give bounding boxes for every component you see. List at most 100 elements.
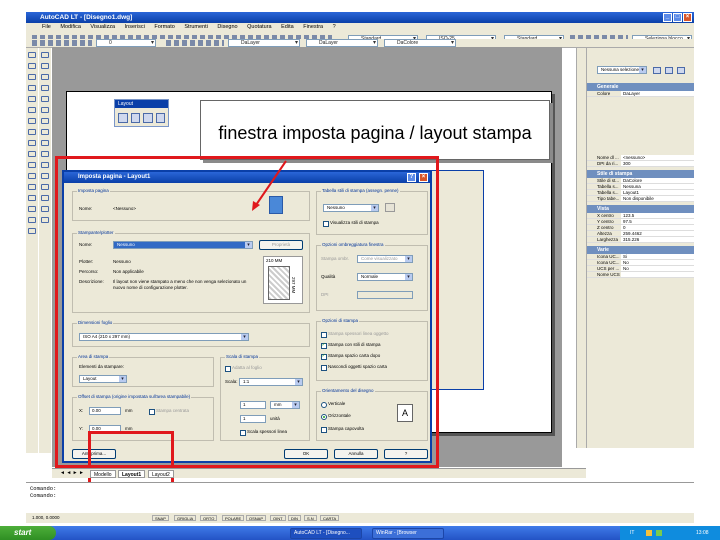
status-snap-button[interactable]: SNAP: [152, 515, 169, 521]
insert-block-tool-icon[interactable]: [28, 162, 36, 168]
object-toolbar-icons[interactable]: [166, 40, 224, 46]
move-tool-icon[interactable]: [41, 107, 49, 113]
start-button[interactable]: start: [0, 526, 56, 540]
arc-tool-icon[interactable]: [28, 107, 36, 113]
menu-dimension[interactable]: Quotatura: [247, 24, 271, 30]
palette-section-plot-style[interactable]: Stile di stampa: [587, 170, 694, 178]
status-polar-button[interactable]: POLARE: [222, 515, 245, 521]
taskbar-item-winrar[interactable]: WinRar - [Browser: [372, 528, 444, 539]
make-block-tool-icon[interactable]: [28, 173, 36, 179]
menu-edit[interactable]: Modifica: [60, 24, 80, 30]
taskbar-item-autocad[interactable]: AutoCAD LT - [Disegno...: [290, 528, 362, 539]
prop-value: 259.4462: [621, 231, 694, 236]
revision-cloud-tool-icon[interactable]: [28, 129, 36, 135]
command-line[interactable]: Comando: Comando:: [26, 482, 694, 512]
selection-combo[interactable]: Nessuna selezione: [597, 66, 647, 74]
spline-tool-icon[interactable]: [28, 140, 36, 146]
layer-combo[interactable]: 0: [96, 39, 156, 47]
stretch-tool-icon[interactable]: [41, 140, 49, 146]
tab-layout1[interactable]: Layout1: [118, 470, 146, 478]
rotate-tool-icon[interactable]: [41, 118, 49, 124]
offset-tool-icon[interactable]: [41, 85, 49, 91]
construction-line-tool-icon[interactable]: [28, 63, 36, 69]
status-lwt-button[interactable]: S.N: [304, 515, 317, 521]
fillet-tool-icon[interactable]: [41, 206, 49, 212]
tab-model[interactable]: Modello: [90, 470, 116, 478]
copy-tool-icon[interactable]: [41, 63, 49, 69]
prop-key: Stile di st...: [597, 178, 620, 183]
break-tool-icon[interactable]: [41, 173, 49, 179]
new-layout-icon[interactable]: [118, 113, 128, 123]
prop-key: X centro: [597, 213, 614, 218]
prop-value: DaColore: [621, 178, 694, 183]
line-tool-icon[interactable]: [28, 52, 36, 58]
menu-format[interactable]: Formato: [154, 24, 174, 30]
tab-layout2[interactable]: Layout2: [148, 470, 174, 478]
mirror-tool-icon[interactable]: [41, 74, 49, 80]
lineweight-combo[interactable]: DaLayer: [306, 39, 378, 47]
hatch-tool-icon[interactable]: [28, 195, 36, 201]
palette-section-misc[interactable]: Varie: [587, 246, 694, 254]
menu-tools[interactable]: Strumenti: [184, 24, 208, 30]
region-tool-icon[interactable]: [28, 206, 36, 212]
rectangle-tool-icon[interactable]: [28, 96, 36, 102]
circle-tool-icon[interactable]: [28, 118, 36, 124]
menu-view[interactable]: Visualizza: [90, 24, 115, 30]
layer-toolbar-icons[interactable]: [32, 40, 92, 46]
point-tool-icon[interactable]: [28, 184, 36, 190]
tray-icon[interactable]: [656, 530, 662, 536]
palette-section-general[interactable]: Generale: [587, 83, 694, 91]
explode-tool-icon[interactable]: [41, 217, 49, 223]
select-objects-icon[interactable]: [665, 67, 673, 74]
maximize-button[interactable]: □: [673, 13, 682, 22]
quick-select-icon[interactable]: [653, 67, 661, 74]
ellipse-tool-icon[interactable]: [28, 151, 36, 157]
mtext-tool-icon[interactable]: [28, 228, 36, 234]
status-grid-button[interactable]: GRIGLIA: [174, 515, 197, 521]
menu-draw[interactable]: Disegno: [217, 24, 237, 30]
palette-section-view[interactable]: Vista: [587, 205, 694, 213]
layout-template-icon[interactable]: [130, 113, 140, 123]
table-tool-icon[interactable]: [28, 217, 36, 223]
close-button[interactable]: ×: [683, 13, 692, 22]
minimize-button[interactable]: _: [663, 13, 672, 22]
status-otrack-button[interactable]: OINT: [270, 515, 286, 521]
color-combo[interactable]: DaColore: [384, 39, 456, 47]
menu-window[interactable]: Finestra: [303, 24, 323, 30]
menu-modify[interactable]: Edita: [281, 24, 294, 30]
prop-key: Nome dl ...: [597, 155, 619, 160]
palette-row[interactable]: Tipo tabe... Non disponibile: [587, 196, 694, 202]
trim-tool-icon[interactable]: [41, 151, 49, 157]
polyline-tool-icon[interactable]: [28, 74, 36, 80]
chamfer-tool-icon[interactable]: [41, 195, 49, 201]
polygon-tool-icon[interactable]: [28, 85, 36, 91]
page-setup-icon[interactable]: [143, 113, 153, 123]
palette-row[interactable]: Nome UCS: [587, 272, 694, 278]
status-dyn-button[interactable]: DIN: [288, 515, 301, 521]
linetype-combo[interactable]: DaLayer: [228, 39, 300, 47]
status-bar: 1.000, 0.0000 SNAP GRIGLIA ORTO POLARE O…: [26, 513, 694, 523]
status-osnap-button[interactable]: OSNAP: [246, 515, 267, 521]
menu-insert[interactable]: Inserisci: [125, 24, 145, 30]
prop-key: Tabella s...: [597, 184, 619, 189]
erase-tool-icon[interactable]: [41, 52, 49, 58]
extend-tool-icon[interactable]: [41, 162, 49, 168]
tab-nav-arrows-icon[interactable]: ◄ ◄ ► ►: [60, 470, 84, 476]
scale-tool-icon[interactable]: [41, 129, 49, 135]
prop-key: DPI da ri...: [597, 161, 619, 166]
menu-file[interactable]: File: [42, 24, 51, 30]
prop-key: Y centro: [597, 219, 614, 224]
array-tool-icon[interactable]: [41, 96, 49, 102]
palette-row[interactable]: Larghezza 315.226: [587, 237, 694, 243]
tray-icon[interactable]: [646, 530, 652, 536]
menu-help[interactable]: ?: [333, 24, 336, 30]
prop-value: Si: [621, 254, 694, 259]
status-paper-button[interactable]: CARTA: [320, 515, 340, 521]
status-ortho-button[interactable]: ORTO: [200, 515, 218, 521]
tray-language[interactable]: IT: [630, 526, 634, 540]
palette-row[interactable]: DPI da ri... 300: [587, 161, 694, 167]
viewports-icon[interactable]: [155, 113, 165, 123]
palette-side-strip[interactable]: [576, 48, 586, 448]
join-tool-icon[interactable]: [41, 184, 49, 190]
pickadd-toggle-icon[interactable]: [677, 67, 685, 74]
